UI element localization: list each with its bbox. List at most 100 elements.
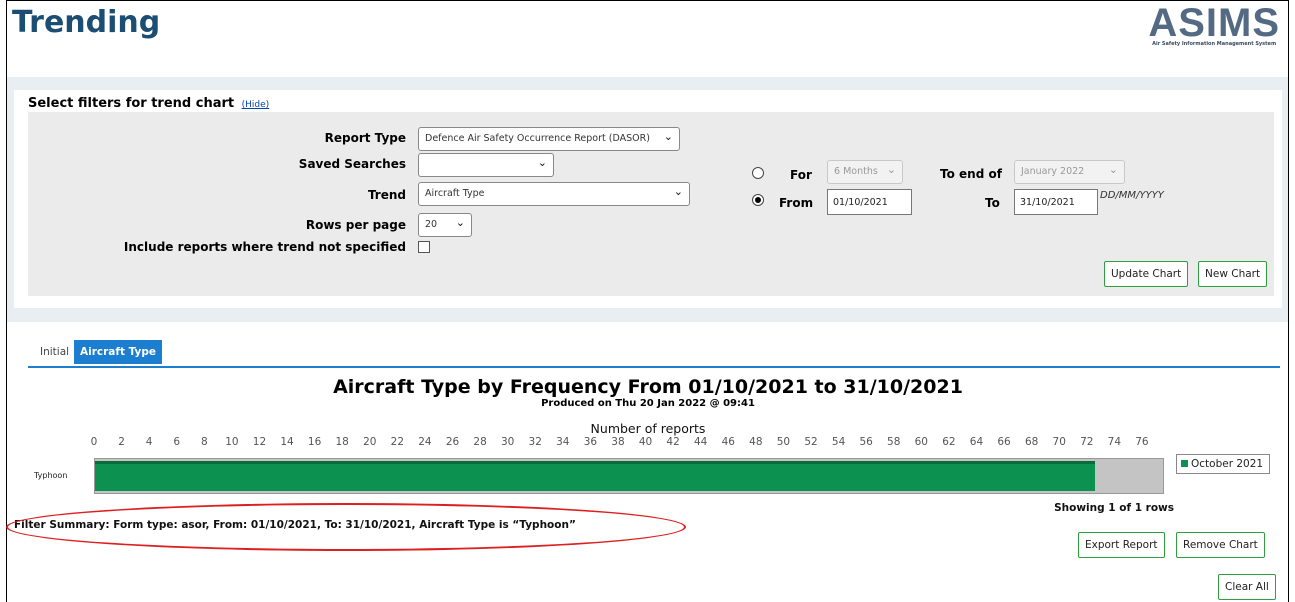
to-end-of-label: To end of [940,167,1002,181]
trend-label: Trend [367,188,406,202]
x-tick-label: 66 [997,436,1011,448]
rows-per-page-select[interactable]: 20 ⌄ [418,213,472,237]
chevron-down-icon: ⌄ [673,185,683,198]
logo-subtitle: Air Safety Information Management System [1152,41,1277,47]
x-tick-label: 52 [804,436,818,448]
tab-underline [28,366,1280,368]
chevron-down-icon: ⌄ [455,216,465,229]
to-end-of-value: January 2022 [1021,166,1085,177]
from-date-input[interactable]: 01/10/2021 [827,189,912,215]
saved-searches-select[interactable]: ⌄ [418,153,554,177]
x-tick-label: 26 [445,436,460,448]
red-ellipse-annotation [6,503,686,551]
to-date-input[interactable]: 31/10/2021 [1014,189,1098,215]
filters-title: Select filters for trend chart [28,96,235,111]
x-tick-label: 24 [418,436,432,448]
x-tick-label: 40 [638,436,653,448]
x-tick-label: 12 [252,436,267,448]
report-type-value: Defence Air Safety Occurrence Report (DA… [425,133,650,144]
x-tick-label: 58 [887,436,901,448]
x-tick-label: 42 [666,436,680,448]
x-tick-label: 2 [118,436,125,448]
for-period-value: 6 Months [834,166,878,177]
x-tick-label: 44 [694,436,708,448]
chart-legend: October 2021 [1176,454,1270,474]
new-chart-button[interactable]: New Chart [1198,261,1268,287]
x-tick-label: 48 [749,436,763,448]
clear-all-button[interactable]: Clear All [1218,574,1276,600]
chevron-down-icon: ⌄ [1108,163,1118,176]
update-chart-button[interactable]: Update Chart [1104,261,1189,287]
logo-text: ASIMS [1148,1,1280,45]
filter-box: Report Type Defence Air Safety Occurrenc… [28,112,1274,296]
remove-chart-button[interactable]: Remove Chart [1176,532,1265,558]
for-radio[interactable] [752,167,764,179]
include-unspecified-checkbox[interactable] [418,241,430,253]
x-tick-label: 4 [145,436,153,448]
tab-aircraft-type[interactable]: Aircraft Type [74,340,163,364]
trend-select[interactable]: Aircraft Type ⌄ [418,182,690,206]
chart-subtitle: Produced on Thu 20 Jan 2022 @ 09:41 [541,398,755,409]
x-tick-label: 10 [225,436,239,448]
chevron-down-icon: ⌄ [537,156,547,169]
chart-panel: Initial Aircraft Type Aircraft Type by F… [6,322,1282,602]
x-tick-label: 0 [90,436,98,448]
tab-initial[interactable]: Initial [34,340,75,364]
page-header: Trending ASIMS Air Safety Information Ma… [7,1,1288,77]
include-unspecified-label: Include reports where trend not specifie… [123,240,406,254]
report-type-select[interactable]: Defence Air Safety Occurrence Report (DA… [418,127,680,151]
for-period-select[interactable]: 6 Months ⌄ [827,160,903,184]
x-tick-label: 20 [363,436,377,448]
legend-swatch [1181,460,1188,467]
page-title: Trending [12,5,161,40]
x-tick-label: 70 [1052,436,1066,448]
x-tick-label: 46 [721,436,735,448]
x-axis-label: Number of reports [590,421,706,436]
legend-label: October 2021 [1191,458,1264,470]
x-tick-label: 54 [831,436,846,448]
x-tick-label: 22 [390,436,405,448]
x-tick-label: 64 [969,436,984,448]
for-label: For [790,168,812,182]
category-label: Typhoon [34,471,68,480]
plot-area [94,458,1164,494]
asims-logo: ASIMS Air Safety Information Management … [1148,3,1280,47]
saved-searches-label: Saved Searches [298,157,406,171]
rows-per-page-label: Rows per page [305,218,406,232]
x-tick-label: 36 [583,436,598,448]
chart-title: Aircraft Type by Frequency From 01/10/20… [333,376,963,398]
trend-value: Aircraft Type [425,188,485,199]
to-label: To [985,196,1000,210]
x-tick-label: 32 [528,436,542,448]
x-tick-label: 76 [1135,436,1149,448]
x-tick-label: 38 [611,436,625,448]
chevron-down-icon: ⌄ [663,130,673,143]
report-type-label: Report Type [324,131,406,145]
to-end-of-select[interactable]: January 2022 ⌄ [1014,160,1125,184]
hide-filters-link[interactable]: (Hide) [242,100,270,110]
x-tick-label: 74 [1107,436,1122,448]
x-tick-label: 50 [776,436,791,448]
x-tick-label: 14 [280,436,294,448]
from-label: From [779,196,814,210]
from-radio[interactable] [752,194,764,206]
chevron-down-icon: ⌄ [886,163,896,176]
x-tick-label: 72 [1080,436,1094,448]
filters-heading: Select filters for trend chart (Hide) [28,96,269,111]
export-report-button[interactable]: Export Report [1078,532,1165,558]
x-tick-label: 8 [200,436,208,448]
x-tick-label: 34 [556,436,570,448]
x-tick-label: 68 [1024,436,1039,448]
x-tick-label: 62 [942,436,956,448]
showing-rows-text: Showing 1 of 1 rows [1054,502,1174,514]
x-tick-label: 18 [335,436,349,448]
bar-typhoon-october-2021[interactable] [95,461,1095,491]
x-tick-label: 60 [914,436,928,448]
x-tick-label: 6 [173,436,181,448]
filter-panel: Select filters for trend chart (Hide) Re… [14,90,1282,308]
x-tick-label: 16 [307,436,322,448]
x-tick-label: 56 [859,436,873,448]
date-format-hint: DD/MM/YYYY [1100,190,1164,201]
x-tick-label: 28 [473,436,487,448]
rows-per-page-value: 20 [425,219,438,230]
